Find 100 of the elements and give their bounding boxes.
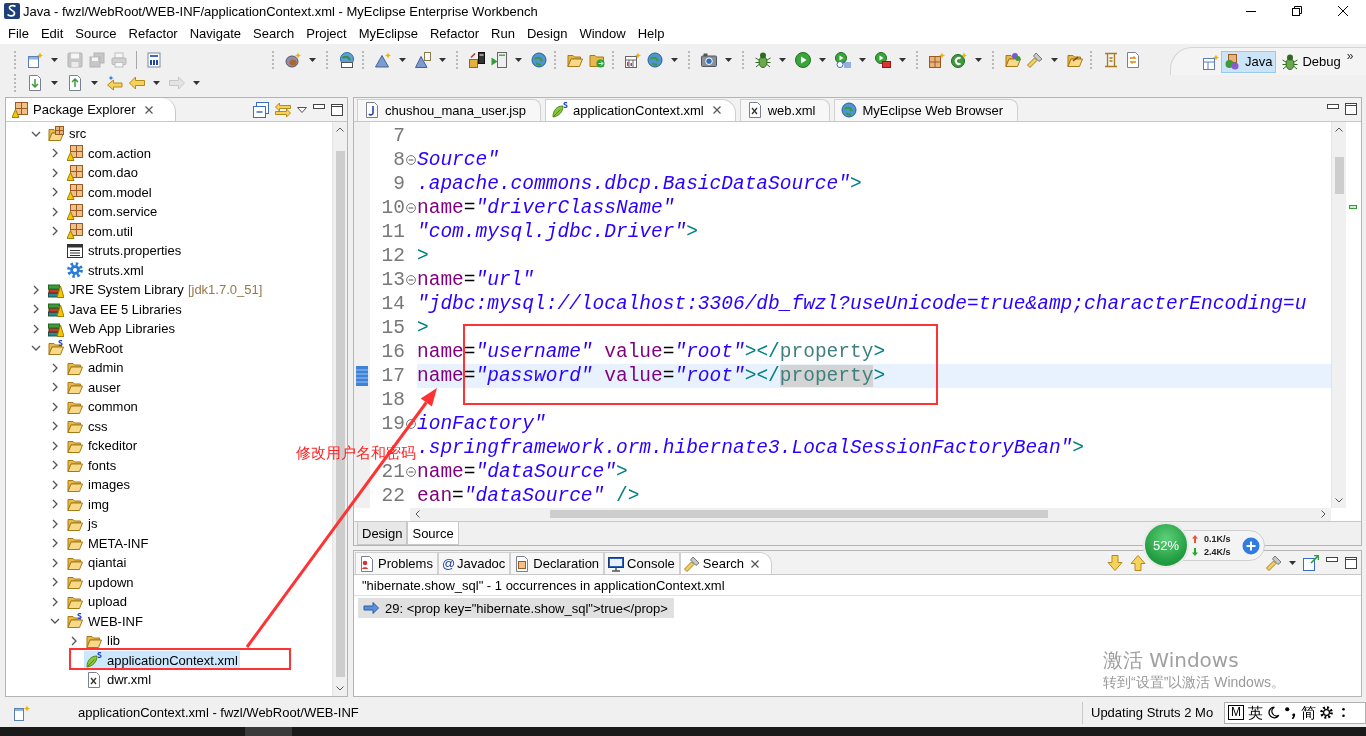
caret-icon[interactable]	[725, 57, 732, 62]
tree-item[interactable]: dwr.xml	[84, 670, 154, 689]
chevron-right-icon[interactable]	[31, 323, 41, 334]
class-c-icon[interactable]	[951, 51, 967, 68]
tree-item[interactable]: com.service	[65, 202, 160, 221]
triangle-star-icon[interactable]	[375, 51, 391, 68]
vertical-scrollbar[interactable]	[1331, 121, 1346, 508]
caret-icon[interactable]	[153, 80, 160, 85]
tree-item[interactable]: Java EE 5 Libraries	[46, 300, 184, 319]
fold-toggle-icon[interactable]	[406, 202, 416, 213]
scroll-up-icon[interactable]	[336, 127, 344, 132]
back-arrow-star-icon[interactable]	[107, 74, 123, 91]
caret-icon[interactable]	[899, 57, 906, 62]
triangle-page-icon[interactable]	[415, 51, 431, 68]
chevron-right-icon[interactable]	[50, 206, 60, 217]
caret-icon[interactable]	[819, 57, 826, 62]
down-arrow-icon[interactable]	[1107, 554, 1123, 571]
editor-tab[interactable]: MyEclipse Web Browser	[834, 98, 1019, 121]
fold-toggle-icon[interactable]	[406, 154, 416, 165]
chevron-right-icon[interactable]	[50, 401, 60, 412]
page-arrows-icon[interactable]	[1125, 51, 1141, 68]
view-tab[interactable]: Problems	[355, 552, 438, 574]
menu-item[interactable]: MyEclipse	[352, 25, 424, 41]
view-menu-icon[interactable]	[297, 106, 307, 113]
menu-item[interactable]: Run	[485, 25, 521, 41]
tree-item[interactable]: struts.properties	[65, 241, 184, 260]
chevron-right-icon[interactable]	[50, 518, 60, 529]
tree-item[interactable]: upload	[65, 592, 130, 611]
tree-item[interactable]: qiantai	[65, 553, 129, 572]
folder-dots-icon[interactable]	[1005, 51, 1021, 68]
scroll-left-icon[interactable]	[415, 510, 420, 519]
tree-item[interactable]: admin	[65, 358, 126, 377]
chevron-right-icon[interactable]	[31, 304, 41, 315]
view-tab[interactable]: @Javadoc	[437, 552, 511, 574]
chevron-right-icon[interactable]	[50, 577, 60, 588]
collapse-all-icon[interactable]	[253, 101, 269, 118]
fold-toggle-icon[interactable]	[406, 466, 416, 477]
restore-icon[interactable]	[1292, 6, 1302, 16]
tree-item[interactable]: images	[65, 475, 132, 494]
editor-mode-tab[interactable]: Source	[407, 522, 459, 545]
up-arrow-icon[interactable]	[1130, 554, 1146, 571]
maximize-icon[interactable]	[331, 103, 343, 116]
binary-file-icon[interactable]	[146, 51, 162, 68]
menu-item[interactable]: Source	[69, 25, 123, 41]
bug-icon[interactable]	[755, 51, 771, 68]
crescent-moon-icon[interactable]	[1267, 706, 1280, 719]
perspective-button[interactable]: Java	[1221, 50, 1277, 73]
caret-icon[interactable]	[515, 57, 522, 62]
hammer-icon[interactable]	[1266, 554, 1282, 571]
tree-item[interactable]: struts.xml	[65, 261, 146, 280]
window-star-icon[interactable]	[1203, 53, 1219, 70]
menu-item[interactable]: File	[2, 25, 35, 41]
tree-item[interactable]: WEB-INF	[65, 612, 145, 631]
tree-item[interactable]: css	[65, 417, 110, 436]
caret-icon[interactable]	[439, 57, 446, 62]
page-down-arrow-icon[interactable]	[27, 74, 43, 91]
tree-item[interactable]: fonts	[65, 456, 119, 475]
caret-icon[interactable]	[1289, 560, 1296, 565]
minimize-icon[interactable]	[1327, 103, 1339, 109]
back-arrow-icon[interactable]	[129, 74, 145, 91]
server-play-icon[interactable]	[491, 51, 507, 68]
pin-icon[interactable]	[1303, 554, 1319, 571]
caret-icon[interactable]	[671, 57, 678, 62]
coffee-bean-icon[interactable]	[285, 51, 301, 68]
menu-item[interactable]: Refactor	[122, 25, 184, 41]
tree-item[interactable]: updown	[65, 573, 136, 592]
caret-icon[interactable]	[975, 57, 982, 62]
scrollbar-thumb[interactable]	[550, 510, 1048, 519]
ruler-mark-icon[interactable]	[1349, 204, 1357, 209]
view-tab[interactable]: Package Explorer	[6, 98, 176, 121]
caret-icon[interactable]	[859, 57, 866, 62]
tree-item[interactable]: src	[46, 124, 89, 143]
play-list-icon[interactable]	[835, 51, 851, 68]
tree-item[interactable]: WebRoot	[46, 339, 125, 358]
close-icon[interactable]	[144, 105, 153, 114]
window-star-icon[interactable]	[14, 704, 30, 721]
tree-item[interactable]: com.action	[65, 144, 153, 163]
menu-item[interactable]: Project	[300, 25, 353, 41]
chevron-right-icon[interactable]	[50, 479, 60, 490]
chevron-right-icon[interactable]	[50, 499, 60, 510]
gear-icon[interactable]	[1320, 706, 1333, 719]
caret-icon[interactable]	[91, 80, 98, 85]
tree-item[interactable]: com.dao	[65, 163, 140, 182]
double-arrow-icon[interactable]	[275, 101, 291, 118]
chevron-right-icon[interactable]	[50, 362, 60, 373]
ime-mode-button[interactable]: 英	[1248, 703, 1263, 722]
chevron-right-icon[interactable]	[50, 460, 60, 471]
caret-icon[interactable]	[309, 57, 316, 62]
tree-item[interactable]: applicationContext.xml	[84, 651, 240, 670]
chevron-right-icon[interactable]	[50, 596, 60, 607]
close-icon[interactable]	[712, 106, 721, 115]
menu-item[interactable]: Window	[573, 25, 632, 41]
ime-mode-button[interactable]: M	[1228, 705, 1244, 720]
page-up-arrow-icon[interactable]	[67, 74, 83, 91]
globe-icon[interactable]	[531, 51, 547, 68]
tree-item[interactable]: com.util	[65, 222, 135, 241]
menu-item[interactable]: Design	[520, 25, 574, 41]
menu-item[interactable]: Search	[247, 25, 301, 41]
menu-item[interactable]: Navigate	[183, 25, 247, 41]
more-perspectives-icon[interactable]: »	[1346, 49, 1354, 63]
